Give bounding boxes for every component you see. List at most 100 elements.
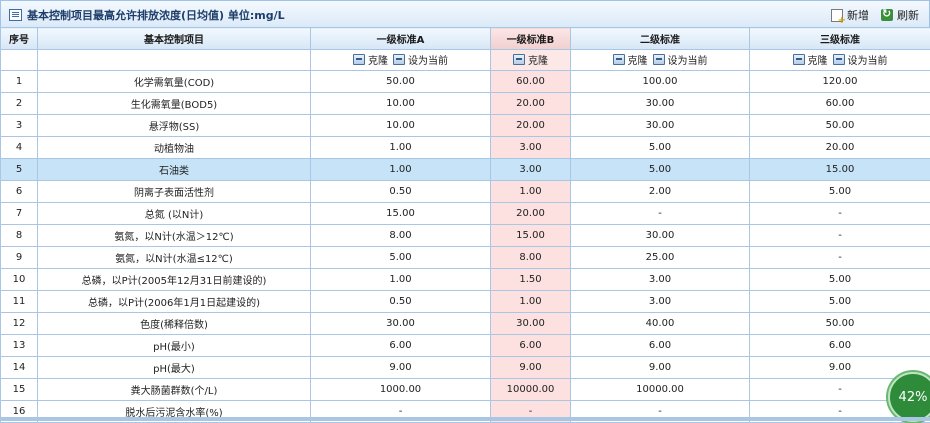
cell-item: 悬浮物(SS) [38,115,311,137]
cell-no: 7 [1,203,38,225]
table-row[interactable]: 7总氮 (以N计)15.0020.00-- [1,203,930,225]
cell-item: 总磷，以P计(2006年1月1日起建设的) [38,291,311,313]
table-row[interactable]: 2生化需氧量(BOD5)10.0020.0030.0060.00 [1,93,930,115]
bottom-border [0,417,930,421]
table-header-row: 序号 基本控制项目 一级标准A 一级标准B 二级标准 三级标准 [1,28,930,50]
cell-a: 10.00 [311,93,491,115]
cell-d: 5.00 [750,269,930,291]
cell-c: 30.00 [571,93,750,115]
cell-c: 6.00 [571,335,750,357]
cell-item: 总磷，以P计(2005年12月31日前建设的) [38,269,311,291]
cell-b: 6.00 [491,335,571,357]
cell-d: 5.00 [750,181,930,203]
cell-c: 3.00 [571,291,750,313]
cell-a: 1.00 [311,269,491,291]
col-header-item: 基本控制项目 [38,28,311,50]
cell-d: - [750,225,930,247]
cell-b: 9.00 [491,357,571,379]
table-row[interactable]: 11总磷，以P计(2006年1月1日起建设的)0.501.003.005.00 [1,291,930,313]
table-row[interactable]: 12色度(稀释倍数)30.0030.0040.0050.00 [1,313,930,335]
table-row[interactable]: 13pH(最小)6.006.006.006.00 [1,335,930,357]
col-header-level3: 三级标准 [750,28,930,50]
table-row[interactable]: 15粪大肠菌群数(个/L)1000.0010000.0010000.00- [1,379,930,401]
col-header-level2: 二级标准 [571,28,750,50]
cell-c: 2.00 [571,181,750,203]
standards-table: 序号 基本控制项目 一级标准A 一级标准B 二级标准 三级标准 克隆 设为当前 … [0,27,930,423]
cell-b: 20.00 [491,93,571,115]
cell-no: 11 [1,291,38,313]
cell-item: 总氮 (以N计) [38,203,311,225]
cell-item: 粪大肠菌群数(个/L) [38,379,311,401]
cell-item: 氨氮，以N计(水温≤12℃) [38,247,311,269]
cell-b: 3.00 [491,159,571,181]
cell-no: 12 [1,313,38,335]
table-row[interactable]: 9氨氮，以N计(水温≤12℃)5.008.0025.00- [1,247,930,269]
cell-a: 9.00 [311,357,491,379]
cell-d: 15.00 [750,159,930,181]
table-row[interactable]: 4动植物油1.003.005.0020.00 [1,137,930,159]
page-title: 基本控制项目最高允许排放浓度(日均值) 单位:mg/L [27,7,285,23]
progress-indicator: 42% [888,372,930,422]
cell-d: 50.00 [750,115,930,137]
cell-a: 5.00 [311,247,491,269]
cell-a: 6.00 [311,335,491,357]
table-row[interactable]: 10总磷，以P计(2005年12月31日前建设的)1.001.503.005.0… [1,269,930,291]
cell-a: 30.00 [311,313,491,335]
clone-button-level3[interactable]: 克隆 [793,52,828,67]
cell-b: 30.00 [491,313,571,335]
cell-c: 40.00 [571,313,750,335]
refresh-label: 刷新 [897,7,919,23]
table-row[interactable]: 5石油类1.003.005.0015.00 [1,159,930,181]
cell-b: 10000.00 [491,379,571,401]
cell-b: 1.00 [491,291,571,313]
table-icon [9,9,22,21]
cell-b: 20.00 [491,115,571,137]
cell-no: 2 [1,93,38,115]
set-current-icon [393,54,405,65]
cell-item: 色度(稀释倍数) [38,313,311,335]
table-row[interactable]: 3悬浮物(SS)10.0020.0030.0050.00 [1,115,930,137]
refresh-icon [881,9,893,21]
cell-c: 100.00 [571,71,750,93]
clone-icon [353,54,365,65]
table-row[interactable]: 14pH(最大)9.009.009.009.00 [1,357,930,379]
table-row[interactable]: 1化学需氧量(COD)50.0060.00100.00120.00 [1,71,930,93]
cell-b: 60.00 [491,71,571,93]
cell-no: 9 [1,247,38,269]
progress-label: 42% [899,390,928,405]
set-current-icon [833,54,845,65]
clone-icon [613,54,625,65]
cell-item: 动植物油 [38,137,311,159]
cell-no: 6 [1,181,38,203]
table-row[interactable]: 6阴离子表面活性剂0.501.002.005.00 [1,181,930,203]
cell-d: 120.00 [750,71,930,93]
cell-a: 0.50 [311,291,491,313]
cell-c: 3.00 [571,269,750,291]
cell-item: 生化需氧量(BOD5) [38,93,311,115]
cell-c: 30.00 [571,225,750,247]
cell-no: 4 [1,137,38,159]
cell-item: 氨氮，以N计(水温＞12℃) [38,225,311,247]
cell-no: 15 [1,379,38,401]
set-current-button-level1a[interactable]: 设为当前 [393,52,448,67]
clone-button-level1a[interactable]: 克隆 [353,52,388,67]
col-header-no: 序号 [1,28,38,50]
cell-no: 14 [1,357,38,379]
cell-c: 10000.00 [571,379,750,401]
table-row[interactable]: 8氨氮，以N计(水温＞12℃)8.0015.0030.00- [1,225,930,247]
cell-b: 3.00 [491,137,571,159]
toolbar: 新增 刷新 [831,7,919,23]
clone-button-level2[interactable]: 克隆 [613,52,648,67]
cell-a: 1.00 [311,159,491,181]
refresh-button[interactable]: 刷新 [881,7,919,23]
operations-row: 克隆 设为当前 克隆 克隆 设为当前 克隆 设为当前 [1,50,930,71]
cell-b: 15.00 [491,225,571,247]
cell-d: 60.00 [750,93,930,115]
add-button[interactable]: 新增 [831,7,869,23]
cell-item: 阴离子表面活性剂 [38,181,311,203]
clone-button-level1b[interactable]: 克隆 [513,52,548,67]
set-current-button-level3[interactable]: 设为当前 [833,52,888,67]
set-current-button-level2[interactable]: 设为当前 [653,52,708,67]
cell-d: - [750,203,930,225]
col-header-level1b: 一级标准B [491,28,571,50]
